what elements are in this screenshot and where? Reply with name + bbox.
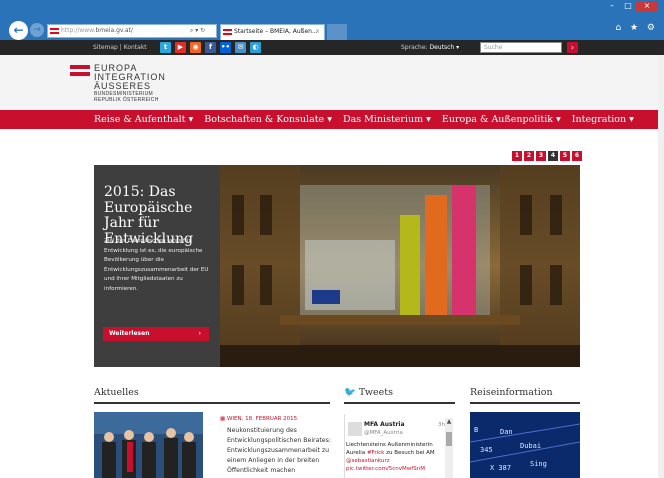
weiterlesen-button[interactable]: Weiterlesen › xyxy=(103,327,209,341)
pager-5[interactable]: 5 xyxy=(560,151,570,161)
site-header: EUROPA INTEGRATION ÄUSSERES BUNDESMINIST… xyxy=(0,55,664,110)
pager-4[interactable]: 4 xyxy=(548,151,558,161)
utility-bar: Sitemap | Kontakt t ▶ ◉ f •• ✉ ◐ Sprache… xyxy=(0,40,664,55)
svg-text:Sing: Sing xyxy=(530,460,547,468)
url-host: bmeia.gv.at/ xyxy=(95,27,133,34)
ministry-logo[interactable]: EUROPA INTEGRATION ÄUSSERES BUNDESMINIST… xyxy=(94,64,166,104)
logo-line-republik: REPUBLIK ÖSTERREICH xyxy=(94,97,159,103)
maximize-button[interactable]: □ xyxy=(620,1,636,11)
scroll-up-icon[interactable]: ▲ xyxy=(445,418,453,425)
youtube-icon[interactable]: ▶ xyxy=(175,42,186,53)
svg-text:B: B xyxy=(474,426,478,434)
social-icons: t ▶ ◉ f •• ✉ ◐ xyxy=(160,42,261,53)
tweet-text-mid: zu Besuch bei AM xyxy=(384,450,435,456)
pager-3[interactable]: 3 xyxy=(536,151,546,161)
tab-close-icon[interactable]: × xyxy=(315,25,320,39)
language-selector[interactable]: Sprache: Deutsch ▾ xyxy=(401,40,459,55)
tweet-time: 3h xyxy=(438,422,445,428)
mfa-avatar[interactable] xyxy=(348,422,362,436)
minimize-button[interactable]: – xyxy=(604,1,620,11)
tweets-divider xyxy=(344,402,455,404)
browser-tab[interactable]: Startseite – BMEIA, Außen... × xyxy=(220,24,325,40)
twitter-icon[interactable]: t xyxy=(160,42,171,53)
tab-title: Startseite – BMEIA, Außen... xyxy=(234,28,318,35)
browser-chrome: – □ × ← → http://www.bmeia.gv.at/ ⌕ ▾ ↻ … xyxy=(0,0,664,40)
aktuelles-divider xyxy=(94,402,330,404)
sitemap-kontakt-links[interactable]: Sitemap | Kontakt xyxy=(93,40,147,55)
tweet-feed: MFA Austria @MFA_Austria 3h Liechtenstei… xyxy=(344,414,454,478)
mail-icon[interactable]: ✉ xyxy=(235,42,246,53)
arrow-right-icon: → xyxy=(33,25,41,35)
news-photo[interactable] xyxy=(94,412,203,478)
reiseinformation-heading: Reiseinformation xyxy=(470,387,553,398)
tweet-text: Liechtensteins Außenministerin Aurelia #… xyxy=(346,441,438,473)
twitter-bird-icon: 🐦 xyxy=(344,387,356,398)
main-navigation: Reise & Aufenthalt ▾ Botschaften & Konsu… xyxy=(0,110,664,129)
nav-europa-aussenpolitik[interactable]: Europa & Außenpolitik ▾ xyxy=(442,114,561,125)
news-teaser[interactable]: Neukonstituierung des Entwicklungspoliti… xyxy=(227,426,332,476)
svg-text:345: 345 xyxy=(480,446,493,454)
facebook-icon[interactable]: f xyxy=(205,42,216,53)
svg-text:X 387: X 387 xyxy=(490,464,511,472)
nav-integration[interactable]: Integration ▾ xyxy=(572,114,634,125)
scroll-thumb[interactable] xyxy=(446,432,452,446)
departure-board-photo[interactable]: B Dan 345 Dubai X 387 Sing xyxy=(470,412,580,478)
tweet-link[interactable]: pic.twitter.com/5cnvMwfSnM xyxy=(346,466,425,472)
tab-favicon-icon xyxy=(223,29,232,35)
svg-text:Dubai: Dubai xyxy=(520,442,541,450)
tweet-handle[interactable]: @MFA_Austria xyxy=(364,430,403,436)
url-scheme: http://www. xyxy=(61,27,96,34)
browser-toolbar-icons[interactable]: ⌂ ★ ⚙ xyxy=(615,23,658,33)
slide-text-panel: 2015: Das Europäische Jahr für Entwicklu… xyxy=(94,165,220,367)
svg-text:Dan: Dan xyxy=(500,428,513,436)
arrow-left-icon: ← xyxy=(13,23,24,37)
close-window-button[interactable]: × xyxy=(636,1,658,11)
window-controls: – □ × xyxy=(604,1,658,11)
tweet-hashtag[interactable]: #Frick xyxy=(367,450,384,456)
pager-2[interactable]: 2 xyxy=(524,151,534,161)
language-label: Sprache: xyxy=(401,44,428,51)
address-controls[interactable]: ⌕ ▾ ↻ xyxy=(190,24,205,38)
slider-pager: 1 2 3 4 5 6 xyxy=(512,151,582,161)
tweets-heading-text: Tweets xyxy=(358,387,393,398)
search-input[interactable]: Suche xyxy=(480,42,562,53)
hero-slider: 2015: Das Europäische Jahr für Entwicklu… xyxy=(94,165,580,367)
news-date: ▦ WIEN, 18. FEBRUAR 2015 xyxy=(220,416,297,422)
tweet-scrollbar[interactable]: ▲ xyxy=(445,418,453,478)
reiseinformation-divider xyxy=(470,402,580,404)
app-icon[interactable]: ◐ xyxy=(250,42,261,53)
language-value[interactable]: Deutsch ▾ xyxy=(430,44,460,51)
news-date-text: WIEN, 18. FEBRUAR 2015 xyxy=(226,416,298,422)
tweet-mention[interactable]: @sebastiankurz xyxy=(346,458,390,464)
calendar-icon: ▦ xyxy=(220,416,227,422)
aktuelles-heading: Aktuelles xyxy=(94,387,139,398)
austria-flag-icon xyxy=(70,65,90,76)
forward-button[interactable]: → xyxy=(30,23,44,37)
logo-line-aeusseres: ÄUSSERES xyxy=(94,81,152,91)
new-tab-button[interactable] xyxy=(327,24,347,40)
slide-description: Ziel des Europäischen Jahrs für Entwickl… xyxy=(104,238,209,292)
slide-photo xyxy=(220,165,580,367)
rss-icon[interactable]: ◉ xyxy=(190,42,201,53)
weiterlesen-label: Weiterlesen xyxy=(109,330,150,337)
tweets-heading: 🐦 Tweets xyxy=(344,387,393,398)
back-button[interactable]: ← xyxy=(9,21,28,40)
flickr-icon[interactable]: •• xyxy=(220,42,231,53)
nav-das-ministerium[interactable]: Das Ministerium ▾ xyxy=(343,114,431,125)
site-favicon-icon xyxy=(50,28,59,34)
chevron-right-icon: › xyxy=(198,330,201,337)
pager-6[interactable]: 6 xyxy=(572,151,582,161)
page-scrollbar[interactable] xyxy=(658,55,664,478)
search-button[interactable]: › xyxy=(567,42,578,53)
pager-1[interactable]: 1 xyxy=(512,151,522,161)
nav-botschaften-konsulate[interactable]: Botschaften & Konsulate ▾ xyxy=(204,114,332,125)
nav-reise-aufenthalt[interactable]: Reise & Aufenthalt ▾ xyxy=(94,114,193,125)
tweet-author[interactable]: MFA Austria xyxy=(364,421,405,428)
